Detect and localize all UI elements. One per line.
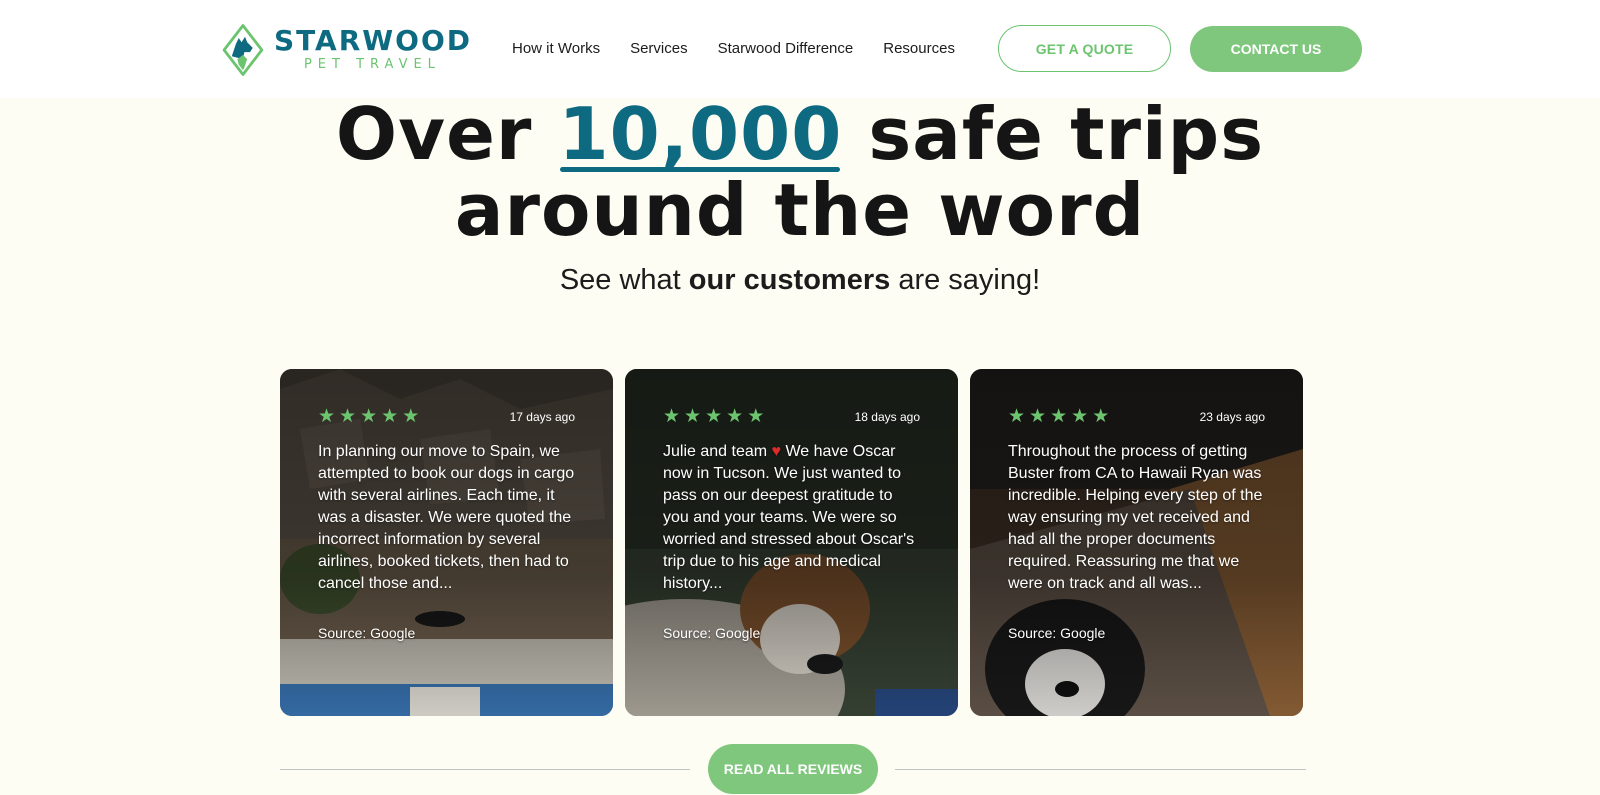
review-card[interactable]: ★ ★ ★ ★ ★ 18 days ago Julie and team ♥ W… bbox=[625, 369, 958, 716]
star-icon: ★ bbox=[1092, 406, 1110, 427]
review-card[interactable]: ★ ★ ★ ★ ★ 23 days ago Throughout the pro… bbox=[970, 369, 1303, 716]
contact-us-button[interactable]: CONTACT US bbox=[1190, 26, 1362, 72]
nav-how-it-works[interactable]: How it Works bbox=[512, 40, 600, 62]
brand-name: STARWOOD bbox=[273, 24, 472, 57]
star-icon: ★ bbox=[726, 406, 744, 427]
nav-resources[interactable]: Resources bbox=[883, 40, 955, 62]
review-date: 17 days ago bbox=[509, 410, 575, 424]
star-icon: ★ bbox=[1050, 406, 1068, 427]
subtitle-after: are saying! bbox=[898, 264, 1041, 296]
divider-left bbox=[280, 769, 690, 770]
star-rating: ★ ★ ★ ★ ★ bbox=[663, 407, 764, 427]
review-source: Source: Google bbox=[663, 625, 761, 641]
site-header: STARWOOD PET TRAVEL How it Works Service… bbox=[0, 0, 1600, 98]
dog-diamond-logo-icon bbox=[222, 24, 264, 76]
nav-starwood-difference[interactable]: Starwood Difference bbox=[718, 40, 854, 62]
review-date: 18 days ago bbox=[854, 410, 920, 424]
read-all-reviews-button[interactable]: READ ALL REVIEWS bbox=[708, 744, 878, 794]
star-icon: ★ bbox=[318, 406, 336, 427]
review-source: Source: Google bbox=[318, 625, 416, 641]
star-rating: ★ ★ ★ ★ ★ bbox=[1008, 407, 1109, 427]
subtitle-before: See what bbox=[559, 264, 681, 296]
star-icon: ★ bbox=[402, 406, 420, 427]
starwood-logo[interactable]: STARWOOD PET TRAVEL bbox=[222, 12, 472, 88]
hero-title-prefix: Over bbox=[335, 92, 533, 176]
main-nav: How it Works Services Starwood Differenc… bbox=[512, 40, 955, 62]
brand-tagline: PET TRAVEL bbox=[303, 57, 441, 72]
heart-icon: ♥ bbox=[771, 443, 782, 460]
hero-title-highlight: 10,000 bbox=[558, 96, 842, 172]
nav-services[interactable]: Services bbox=[630, 40, 688, 62]
star-icon: ★ bbox=[1008, 406, 1026, 427]
review-greeting: Julie and team bbox=[663, 443, 768, 460]
hero-subtitle: See what our customers are saying! bbox=[0, 264, 1600, 297]
divider-right bbox=[895, 769, 1306, 770]
star-icon: ★ bbox=[339, 406, 357, 427]
star-rating: ★ ★ ★ ★ ★ bbox=[318, 407, 419, 427]
review-text: Throughout the process of getting Buster… bbox=[1008, 443, 1263, 592]
star-icon: ★ bbox=[1029, 406, 1047, 427]
hero-title-line2: around the word bbox=[454, 168, 1146, 252]
star-icon: ★ bbox=[360, 406, 378, 427]
star-icon: ★ bbox=[684, 406, 702, 427]
hero-title: Over 10,000 safe trips around the word bbox=[0, 96, 1600, 248]
review-text: Julie and team ♥ We have Oscar now in Tu… bbox=[663, 441, 920, 595]
review-text: In planning our move to Spain, we attemp… bbox=[318, 443, 575, 592]
star-icon: ★ bbox=[747, 406, 765, 427]
highlight-underline bbox=[560, 167, 841, 172]
subtitle-bold: our customers bbox=[688, 264, 891, 296]
star-icon: ★ bbox=[381, 406, 399, 427]
star-icon: ★ bbox=[1071, 406, 1089, 427]
review-card[interactable]: ★ ★ ★ ★ ★ 17 days ago In planning our mo… bbox=[280, 369, 613, 716]
review-body: We have Oscar now in Tucson. We just wan… bbox=[663, 443, 915, 592]
star-icon: ★ bbox=[705, 406, 723, 427]
hero-title-suffix: safe trips bbox=[868, 92, 1265, 176]
review-date: 23 days ago bbox=[1199, 410, 1265, 424]
reviews-carousel: ★ ★ ★ ★ ★ 17 days ago In planning our mo… bbox=[280, 369, 1304, 716]
review-source: Source: Google bbox=[1008, 625, 1106, 641]
star-icon: ★ bbox=[663, 406, 681, 427]
get-a-quote-button[interactable]: GET A QUOTE bbox=[998, 25, 1171, 72]
hero-highlight-number: 10,000 bbox=[558, 92, 843, 176]
